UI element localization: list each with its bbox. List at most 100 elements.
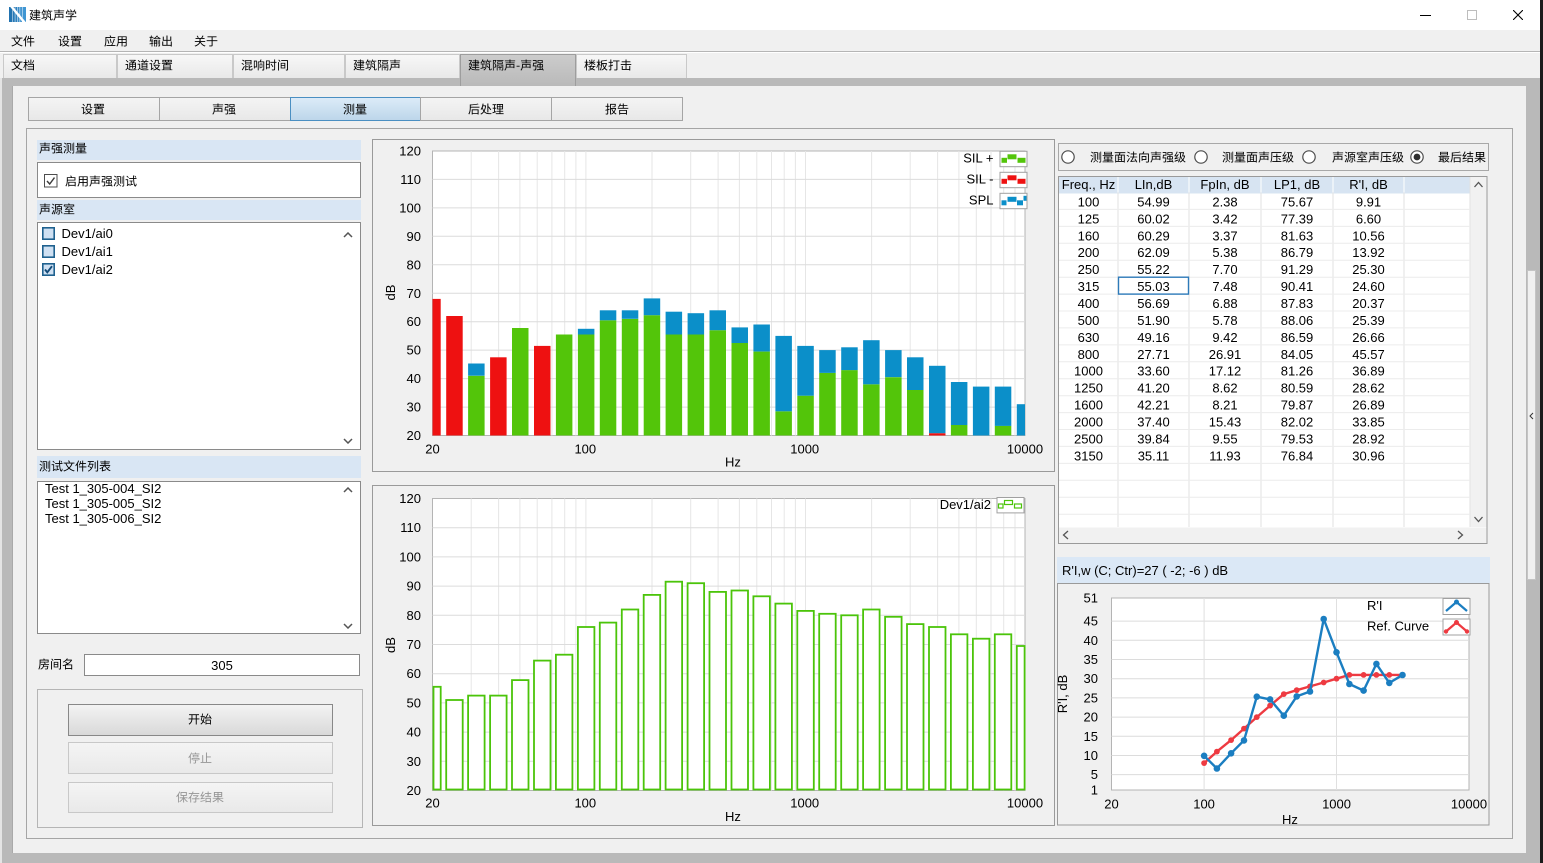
- svg-text:120: 120: [399, 144, 421, 159]
- svg-text:10000: 10000: [1451, 797, 1487, 812]
- svg-text:87.83: 87.83: [1281, 295, 1314, 310]
- svg-text:80: 80: [407, 607, 421, 622]
- svg-text:40: 40: [1084, 633, 1098, 648]
- svg-text:3150: 3150: [1074, 448, 1103, 463]
- svg-text:1000: 1000: [1322, 797, 1351, 812]
- svg-text:40: 40: [407, 724, 421, 739]
- svg-text:20: 20: [425, 795, 439, 810]
- svg-text:100: 100: [574, 795, 596, 810]
- svg-text:36.89: 36.89: [1352, 363, 1385, 378]
- svg-text:500: 500: [1078, 312, 1100, 327]
- svg-text:1600: 1600: [1074, 397, 1103, 412]
- svg-text:30.96: 30.96: [1352, 448, 1385, 463]
- svg-text:LIn,dB: LIn,dB: [1135, 177, 1173, 192]
- svg-text:800: 800: [1078, 346, 1100, 361]
- svg-text:26.89: 26.89: [1352, 397, 1385, 412]
- svg-text:400: 400: [1078, 295, 1100, 310]
- svg-text:40: 40: [407, 371, 421, 386]
- svg-text:Hz: Hz: [1282, 812, 1298, 826]
- svg-text:33.85: 33.85: [1352, 414, 1385, 429]
- svg-text:28.62: 28.62: [1352, 380, 1385, 395]
- svg-text:50: 50: [407, 695, 421, 710]
- svg-text:33.60: 33.60: [1137, 363, 1170, 378]
- svg-text:76.84: 76.84: [1281, 448, 1314, 463]
- svg-text:2.38: 2.38: [1212, 194, 1237, 209]
- svg-text:24.60: 24.60: [1352, 279, 1385, 294]
- svg-text:13.92: 13.92: [1352, 245, 1385, 260]
- svg-text:91.29: 91.29: [1281, 262, 1314, 277]
- svg-text:26.66: 26.66: [1352, 329, 1385, 344]
- svg-text:1250: 1250: [1074, 380, 1103, 395]
- svg-text:1000: 1000: [790, 795, 819, 810]
- svg-text:SPL: SPL: [969, 193, 994, 208]
- svg-text:84.05: 84.05: [1281, 346, 1314, 361]
- svg-text:55.03: 55.03: [1137, 279, 1170, 294]
- svg-text:90.41: 90.41: [1281, 279, 1314, 294]
- svg-text:Hz: Hz: [725, 809, 741, 824]
- svg-text:100: 100: [399, 549, 421, 564]
- svg-text:R'I, dB: R'I, dB: [1349, 177, 1388, 192]
- svg-text:630: 630: [1078, 329, 1100, 344]
- svg-text:9.42: 9.42: [1212, 329, 1237, 344]
- svg-text:3.37: 3.37: [1212, 228, 1237, 243]
- svg-text:82.02: 82.02: [1281, 414, 1314, 429]
- svg-text:42.21: 42.21: [1137, 397, 1170, 412]
- svg-text:20: 20: [1104, 797, 1118, 812]
- svg-text:81.63: 81.63: [1281, 228, 1314, 243]
- svg-text:FpIn, dB: FpIn, dB: [1200, 177, 1249, 192]
- svg-text:25: 25: [1084, 690, 1098, 705]
- svg-text:56.69: 56.69: [1137, 295, 1170, 310]
- svg-text:7.70: 7.70: [1212, 262, 1237, 277]
- svg-text:37.40: 37.40: [1137, 414, 1170, 429]
- svg-text:81.26: 81.26: [1281, 363, 1314, 378]
- svg-text:7.48: 7.48: [1212, 279, 1237, 294]
- svg-text:70: 70: [407, 637, 421, 652]
- svg-text:20: 20: [407, 783, 421, 798]
- svg-text:51.90: 51.90: [1137, 312, 1170, 327]
- svg-text:25.39: 25.39: [1352, 312, 1385, 327]
- svg-text:25.30: 25.30: [1352, 262, 1385, 277]
- svg-text:90: 90: [407, 229, 421, 244]
- svg-text:41.20: 41.20: [1137, 380, 1170, 395]
- svg-text:30: 30: [407, 400, 421, 415]
- svg-text:125: 125: [1078, 211, 1100, 226]
- svg-text:100: 100: [574, 442, 596, 457]
- svg-text:dB: dB: [383, 285, 398, 301]
- svg-text:250: 250: [1078, 262, 1100, 277]
- svg-text:9.91: 9.91: [1356, 194, 1381, 209]
- svg-text:Freq., Hz: Freq., Hz: [1062, 177, 1115, 192]
- svg-text:77.39: 77.39: [1281, 211, 1314, 226]
- svg-text:86.59: 86.59: [1281, 329, 1314, 344]
- svg-text:110: 110: [400, 520, 421, 535]
- svg-text:50: 50: [407, 343, 421, 358]
- svg-text:45.57: 45.57: [1352, 346, 1385, 361]
- svg-text:90: 90: [407, 578, 421, 593]
- svg-text:70: 70: [407, 286, 421, 301]
- svg-text:R'I: R'I: [1367, 598, 1382, 613]
- svg-text:160: 160: [1078, 228, 1100, 243]
- svg-text:54.99: 54.99: [1137, 194, 1170, 209]
- svg-text:10000: 10000: [1007, 442, 1043, 457]
- svg-text:5.78: 5.78: [1212, 312, 1237, 327]
- svg-text:60.02: 60.02: [1137, 211, 1170, 226]
- svg-text:80.59: 80.59: [1281, 380, 1314, 395]
- svg-text:88.06: 88.06: [1281, 312, 1314, 327]
- svg-text:35: 35: [1084, 652, 1098, 667]
- svg-text:6.88: 6.88: [1212, 295, 1237, 310]
- svg-text:Dev1/ai2: Dev1/ai2: [940, 497, 991, 512]
- svg-text:100: 100: [1193, 797, 1215, 812]
- svg-text:Hz: Hz: [725, 455, 741, 470]
- svg-text:60: 60: [407, 314, 421, 329]
- svg-text:1000: 1000: [790, 442, 819, 457]
- svg-text:9.55: 9.55: [1212, 431, 1237, 446]
- svg-text:R'I, dB: R'I, dB: [1057, 675, 1070, 714]
- svg-text:39.84: 39.84: [1137, 431, 1170, 446]
- svg-text:dB: dB: [383, 637, 398, 653]
- svg-text:28.92: 28.92: [1352, 431, 1385, 446]
- svg-text:79.53: 79.53: [1281, 431, 1314, 446]
- svg-text:1: 1: [1091, 783, 1098, 798]
- svg-text:45: 45: [1084, 614, 1098, 629]
- svg-text:8.62: 8.62: [1212, 380, 1237, 395]
- svg-text:100: 100: [1078, 194, 1100, 209]
- svg-text:20: 20: [407, 428, 421, 443]
